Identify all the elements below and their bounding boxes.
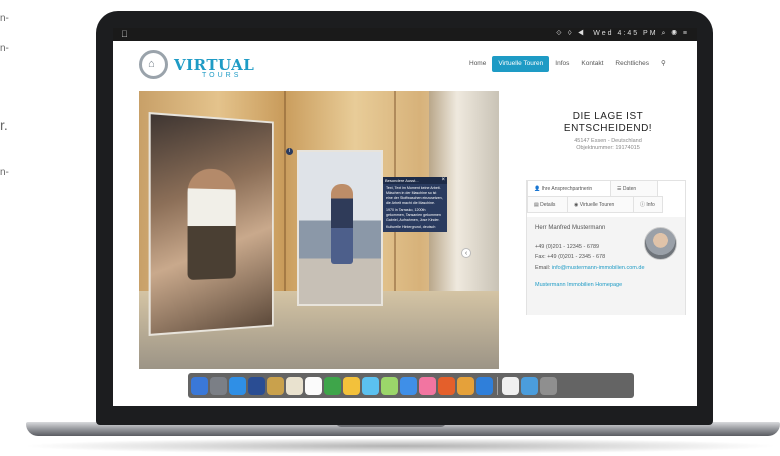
nav-rechtliches[interactable]: Rechtliches xyxy=(609,56,655,72)
location-info: 45147 Essen - Deutschland Objektnummer: … xyxy=(533,138,683,152)
person-figure xyxy=(331,184,353,264)
dock-app-icon[interactable] xyxy=(267,376,284,395)
person-figure xyxy=(187,167,236,281)
dock-app-icon[interactable] xyxy=(248,376,265,395)
virtual-tour-viewer[interactable]: i Besondere Ausst... × Text, Text im Mom… xyxy=(139,91,499,369)
main-navigation: Home Virtuelle Touren Infos Kontakt Rech… xyxy=(463,56,672,72)
homepage-link[interactable]: Mustermann Immobilien Homepage xyxy=(535,282,622,288)
agent-phone[interactable]: +49 (0)201 - 12345 - 6789 xyxy=(535,244,599,250)
info-popup-text: Text, Text im Moment keine Arbeit. Mäsch… xyxy=(386,186,443,205)
tab-daten[interactable]: ☰ Daten xyxy=(610,180,658,197)
info-marker-icon[interactable]: i xyxy=(286,148,293,155)
agent-email: Email: info@mustermann-immobilien.com.de xyxy=(535,265,645,271)
tab-label: Details xyxy=(540,202,556,208)
avatar xyxy=(644,227,677,260)
nav-home[interactable]: Home xyxy=(463,56,492,72)
nav-kontakt[interactable]: Kontakt xyxy=(575,56,609,72)
info-tabs-panel: 👤 Ihre Ansprechpartnerin ☰ Daten ▤ Detai… xyxy=(526,180,686,315)
logo-subtitle: TOURS xyxy=(202,72,242,79)
close-icon[interactable]: × xyxy=(441,177,445,183)
info-popup-text: 1970 in Tarrasko, 1200th gekommen, Tansa… xyxy=(386,208,441,222)
dock-app-icon[interactable] xyxy=(419,376,436,395)
dock-app-icon[interactable] xyxy=(438,376,455,395)
dock-app-icon[interactable] xyxy=(476,376,493,395)
email-label: Email: xyxy=(535,265,551,271)
dock-separator xyxy=(497,376,498,395)
laptop-shadow xyxy=(20,438,780,454)
dock-app-icon[interactable] xyxy=(305,376,322,395)
agent-card: Herr Manfred Mustermann +49 (0)201 - 123… xyxy=(527,217,685,315)
tab-label: Info xyxy=(646,202,655,208)
dock-app-icon[interactable] xyxy=(191,376,208,395)
menubar-status: ⟐ ♢ ◀ Wed 4:45 PM ⌕ ◉ ≡ xyxy=(556,30,689,37)
exhibit-photo-laundry[interactable] xyxy=(297,150,383,306)
nav-infos[interactable]: Infos xyxy=(549,56,575,72)
tab-bar: 👤 Ihre Ansprechpartnerin ☰ Daten ▤ Detai… xyxy=(527,180,685,213)
object-number: Objektnummer: 19174015 xyxy=(576,145,640,151)
mac-dock xyxy=(188,373,634,398)
agent-name: Herr Manfred Mustermann xyxy=(535,225,606,231)
side-text-4: n- xyxy=(0,167,9,178)
tab-ansprechpartnerin[interactable]: 👤 Ihre Ansprechpartnerin xyxy=(527,180,611,197)
dock-app-icon[interactable] xyxy=(540,376,557,395)
nav-virtuelle-touren[interactable]: Virtuelle Touren xyxy=(492,56,550,72)
dock-app-icon[interactable] xyxy=(229,376,246,395)
page-title: DIE LAGE IST ENTSCHEIDEND! xyxy=(563,111,653,134)
dock-app-icon[interactable] xyxy=(502,376,519,395)
dock-app-icon[interactable] xyxy=(210,376,227,395)
location-address: 45147 Essen - Deutschland xyxy=(574,138,642,144)
info-popup-text: Kulturelle Hintergrund, deutsch xyxy=(386,225,436,229)
side-text-1: n- xyxy=(0,13,9,24)
dock-app-icon[interactable] xyxy=(521,376,538,395)
tour-navigation-arrow[interactable]: ‹ xyxy=(461,248,471,258)
email-link[interactable]: info@mustermann-immobilien.com.de xyxy=(552,265,645,271)
dock-app-icon[interactable] xyxy=(457,376,474,395)
tour-info-popup: Besondere Ausst... × Text, Text im Momen… xyxy=(383,177,447,232)
dock-app-icon[interactable] xyxy=(362,376,379,395)
dock-app-icon[interactable] xyxy=(343,376,360,395)
search-icon[interactable]: ⚲ xyxy=(655,56,672,72)
tab-details[interactable]: ▤ Details xyxy=(527,196,568,213)
tab-info[interactable]: ⓘ Info xyxy=(633,196,663,213)
tab-label: Daten xyxy=(622,186,637,192)
apple-icon[interactable]:  xyxy=(121,29,128,39)
side-text-3: r. xyxy=(0,117,8,133)
site-logo[interactable]: ⌂ VIRTUAL TOURS xyxy=(139,50,254,80)
tab-label: Virtuelle Touren xyxy=(579,202,615,208)
side-text-2: n- xyxy=(0,43,9,54)
mac-menubar:  ⟐ ♢ ◀ Wed 4:45 PM ⌕ ◉ ≡ xyxy=(113,28,697,41)
info-popup-title: Besondere Ausst... xyxy=(385,178,419,183)
exhibit-photo-shoemaker[interactable] xyxy=(148,111,274,337)
dock-app-icon[interactable] xyxy=(324,376,341,395)
agent-fax: Fax: +49 (0)201 - 2345 - 678 xyxy=(535,254,606,260)
dock-app-icon[interactable] xyxy=(286,376,303,395)
tab-virtuelle-touren[interactable]: ◉ Virtuelle Touren xyxy=(567,196,634,213)
info-popup-header: Besondere Ausst... × xyxy=(383,177,447,184)
dock-app-icon[interactable] xyxy=(381,376,398,395)
dock-app-icon[interactable] xyxy=(400,376,417,395)
tab-label: Ihre Ansprechpartnerin xyxy=(541,186,593,192)
house-icon: ⌂ xyxy=(148,58,155,70)
laptop-screen:  ⟐ ♢ ◀ Wed 4:45 PM ⌕ ◉ ≡ ⌂ VIRTUAL TOUR… xyxy=(113,28,697,406)
